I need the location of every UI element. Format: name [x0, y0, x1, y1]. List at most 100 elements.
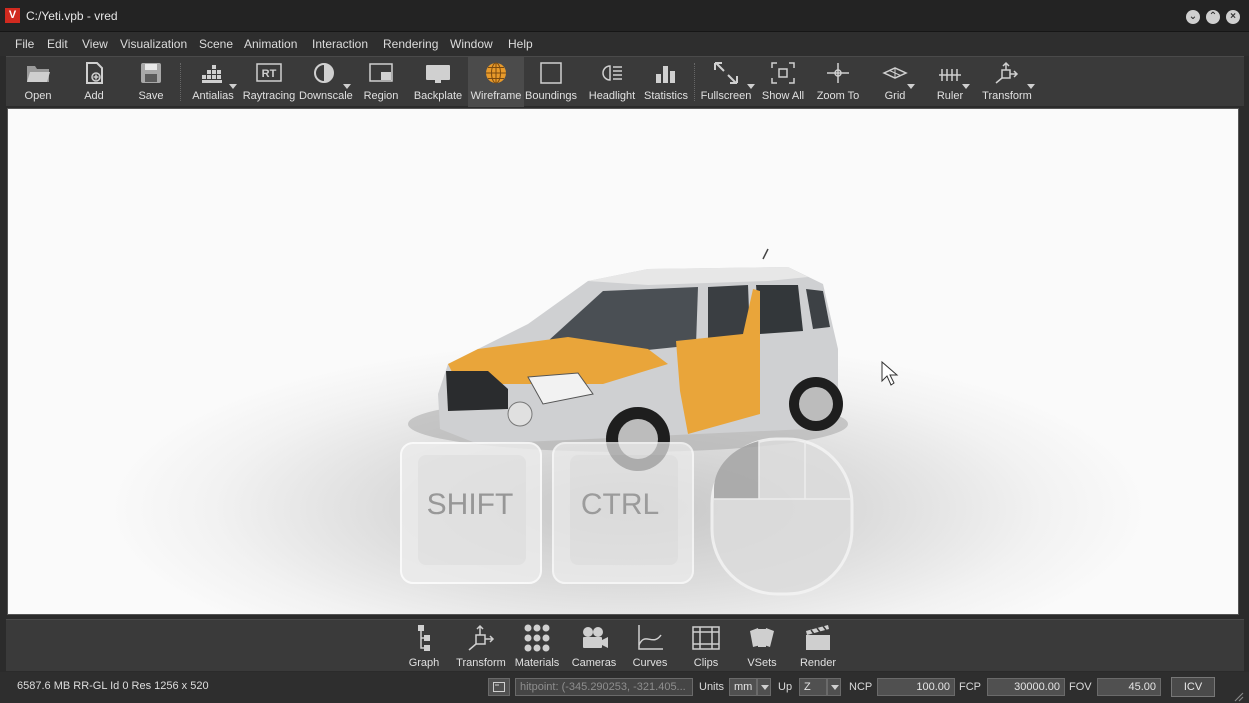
headlight-button[interactable]: Headlight: [586, 57, 638, 107]
open-label: Open: [24, 90, 52, 102]
clips-button[interactable]: Clips: [678, 620, 734, 672]
downscale-dropdown-icon[interactable]: [343, 84, 351, 89]
up-axis-dropdown-icon[interactable]: [827, 678, 841, 696]
menu-scene[interactable]: Scene: [199, 37, 233, 51]
antialias-dropdown-icon[interactable]: [229, 84, 237, 89]
cameras-button[interactable]: Cameras: [566, 620, 622, 672]
headlight-label: Headlight: [588, 90, 636, 102]
app-logo-icon: V: [5, 8, 20, 23]
downscale-button[interactable]: Downscale: [299, 57, 353, 107]
shift-key-label: SHIFT: [427, 488, 514, 521]
units-dropdown-icon[interactable]: [757, 678, 771, 696]
transform-button[interactable]: Transform: [981, 57, 1035, 107]
add-file-icon: [86, 62, 103, 84]
grid-button[interactable]: Grid: [877, 57, 915, 107]
status-bar: 6587.6 MB RR-GL Id 0 Res 1256 x 520 hitp…: [0, 672, 1249, 703]
clips-film-icon: [692, 626, 720, 650]
headlight-icon: [602, 65, 622, 81]
antialias-button[interactable]: Antialias: [191, 57, 237, 107]
module-bar: Graph Transform Materials Cameras Curves…: [6, 619, 1244, 671]
transform-module-label: Transform: [456, 657, 506, 669]
graph-button[interactable]: Graph: [396, 620, 452, 672]
menu-rendering[interactable]: Rendering: [383, 37, 438, 51]
ruler-icon: [939, 69, 961, 81]
menu-file[interactable]: File: [15, 37, 34, 51]
menu-window[interactable]: Window: [450, 37, 493, 51]
open-button[interactable]: Open: [18, 57, 58, 107]
raytracing-badge: RT: [262, 68, 277, 80]
raytracing-button[interactable]: RT Raytracing: [241, 57, 297, 107]
add-button[interactable]: Add: [74, 57, 114, 107]
ruler-label: Ruler: [936, 90, 964, 102]
fcp-input[interactable]: 30000.00: [987, 678, 1065, 696]
statistics-label: Statistics: [643, 90, 688, 102]
ctrl-key-label: CTRL: [581, 488, 659, 521]
boundings-icon: [540, 62, 562, 84]
downscale-label: Downscale: [299, 90, 353, 102]
fov-input[interactable]: 45.00: [1097, 678, 1161, 696]
toolbar-separator: [694, 63, 695, 101]
ncp-label: NCP: [849, 681, 873, 693]
fullscreen-button[interactable]: Fullscreen: [699, 57, 755, 107]
ruler-button[interactable]: Ruler: [932, 57, 970, 107]
antialias-label: Antialias: [192, 90, 234, 102]
console-toggle-button[interactable]: [488, 678, 510, 696]
ctrl-key-overlay: CTRL: [552, 442, 694, 584]
ncp-input[interactable]: 100.00: [877, 678, 955, 696]
mouse-overlay-icon: [710, 437, 854, 596]
menu-edit[interactable]: Edit: [47, 37, 68, 51]
menu-bar: File Edit View Visualization Scene Anima…: [0, 32, 1249, 56]
menu-visualization[interactable]: Visualization: [120, 37, 187, 51]
toolbar-separator: [180, 63, 181, 101]
vsets-button[interactable]: VSets: [734, 620, 790, 672]
fov-label: FOV: [1069, 681, 1092, 693]
grid-label: Grid: [884, 90, 906, 102]
console-icon: [493, 682, 505, 692]
close-button[interactable]: ×: [1226, 10, 1240, 24]
fullscreen-icon: [714, 62, 738, 84]
resize-grip-icon[interactable]: [1232, 690, 1244, 702]
fullscreen-label: Fullscreen: [700, 90, 752, 102]
curves-label: Curves: [632, 657, 668, 669]
transform-icon: [995, 61, 1019, 84]
units-select[interactable]: mm: [729, 678, 757, 696]
units-label: Units: [699, 681, 725, 693]
menu-view[interactable]: View: [82, 37, 108, 51]
menu-interaction[interactable]: Interaction: [312, 37, 368, 51]
boundings-button[interactable]: Boundings: [525, 57, 577, 107]
region-button[interactable]: Region: [361, 57, 401, 107]
menu-help[interactable]: Help: [508, 37, 533, 51]
scene-graph-icon: [418, 625, 430, 651]
show-all-button[interactable]: Show All: [760, 57, 806, 107]
materials-button[interactable]: Materials: [509, 620, 565, 672]
transform-module-button[interactable]: Transform: [453, 620, 509, 672]
materials-label: Materials: [514, 657, 560, 669]
maximize-button[interactable]: ⌃: [1206, 10, 1220, 24]
save-button[interactable]: Save: [131, 57, 171, 107]
fullscreen-dropdown-icon[interactable]: [747, 84, 755, 89]
render-viewport[interactable]: SHIFT CTRL: [7, 108, 1239, 615]
menu-animation[interactable]: Animation: [244, 37, 297, 51]
wireframe-label: Wireframe: [470, 90, 522, 102]
transform-dropdown-icon[interactable]: [1027, 84, 1035, 89]
statistics-button[interactable]: Statistics: [641, 57, 691, 107]
clips-label: Clips: [693, 657, 719, 669]
minimize-button[interactable]: ⌄: [1186, 10, 1200, 24]
title-bar: V C:/Yeti.vpb - vred ⌄ ⌃ ×: [0, 0, 1249, 32]
backplate-icon: [426, 65, 450, 83]
show-all-label: Show All: [761, 90, 805, 102]
up-axis-select[interactable]: Z: [799, 678, 827, 696]
add-label: Add: [84, 90, 104, 102]
grid-dropdown-icon[interactable]: [907, 84, 915, 89]
render-button[interactable]: Render: [790, 620, 846, 672]
ruler-dropdown-icon[interactable]: [962, 84, 970, 89]
window-title: C:/Yeti.vpb - vred: [26, 9, 118, 23]
wireframe-button[interactable]: Wireframe: [468, 57, 524, 107]
backplate-button[interactable]: Backplate: [411, 57, 465, 107]
main-toolbar: Open Add Save Antialias RT Raytracing Do…: [6, 56, 1244, 107]
zoom-to-button[interactable]: Zoom To: [814, 57, 862, 107]
downscale-icon: [314, 63, 334, 83]
curves-button[interactable]: Curves: [622, 620, 678, 672]
icv-button[interactable]: ICV: [1171, 677, 1215, 697]
render-clapper-icon: [806, 625, 830, 650]
